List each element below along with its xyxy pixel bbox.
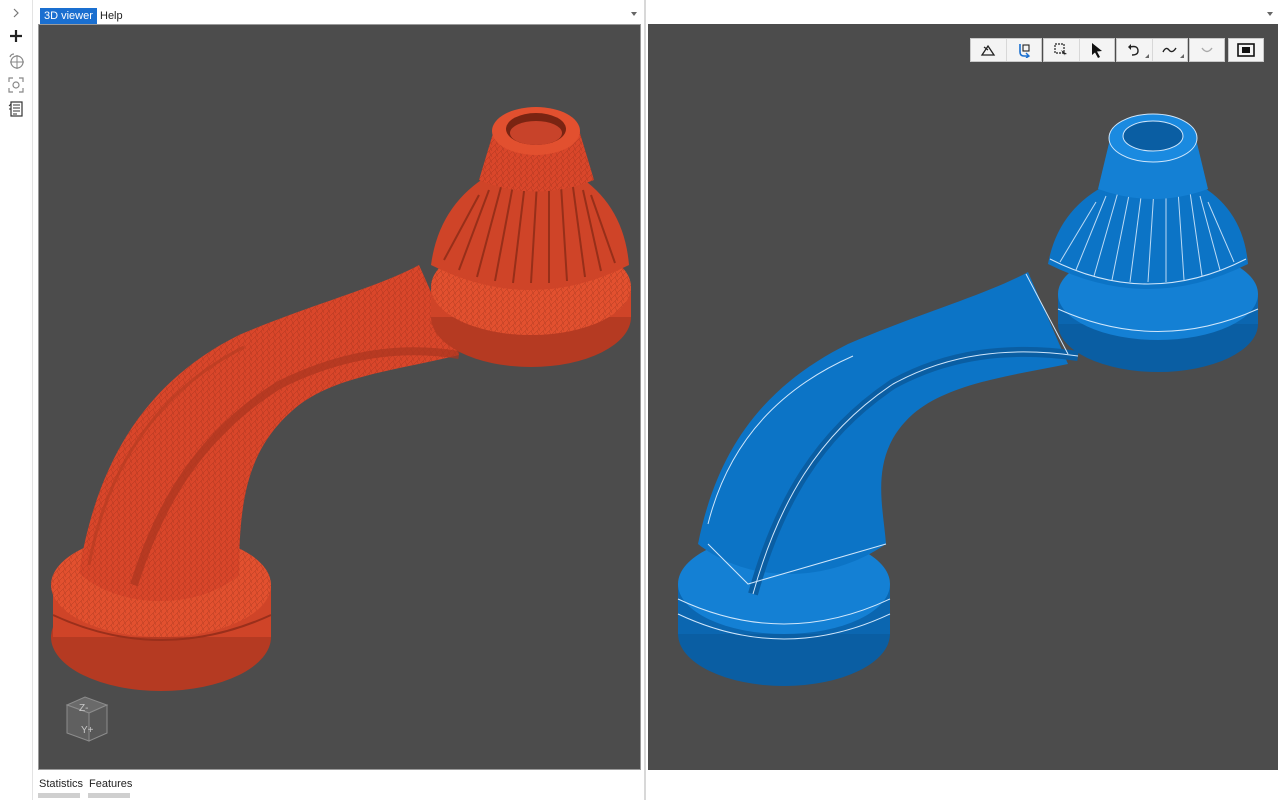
toolbar-group-smile [1189, 38, 1225, 62]
smile-icon[interactable] [1190, 39, 1224, 61]
chevron-down-icon[interactable] [1267, 12, 1273, 16]
cad-model [677, 113, 1259, 686]
select-region-icon[interactable] [1044, 39, 1079, 61]
mesh-rotate-icon[interactable] [1005, 39, 1042, 61]
add-icon[interactable] [5, 26, 27, 46]
normals-icon[interactable] [971, 39, 1006, 61]
viewport-right[interactable] [648, 24, 1278, 770]
toolbar-group-tools [1116, 38, 1188, 62]
tab-features[interactable]: Features [89, 778, 132, 790]
tab-help[interactable]: Help [96, 8, 127, 24]
toolbar-group-select [1043, 38, 1115, 62]
pane-splitter[interactable] [644, 0, 646, 800]
select-pointer-icon[interactable] [1078, 39, 1115, 61]
tab-3d-viewer[interactable]: 3D viewer [40, 8, 97, 24]
expand-chevron-icon[interactable] [5, 3, 27, 23]
toolbar-group-capture [1228, 38, 1264, 62]
chevron-down-icon[interactable] [631, 12, 637, 16]
features-tab-indicator [88, 793, 130, 798]
left-tool-strip [0, 0, 33, 800]
wave-icon[interactable] [1151, 39, 1188, 61]
viewport-left[interactable]: Z- Y+ [38, 24, 641, 770]
mesh-model [51, 107, 631, 691]
navigation-cube[interactable]: Z- Y+ [61, 693, 111, 745]
navcube-face-top: Z- [79, 703, 89, 714]
navcube-face-front: Y+ [81, 725, 94, 736]
statistics-tab-indicator [38, 793, 80, 798]
rotate-target-icon[interactable] [5, 51, 27, 71]
screenshot-icon[interactable] [1229, 39, 1263, 61]
undo-curve-icon[interactable] [1117, 39, 1152, 61]
tab-statistics[interactable]: Statistics [39, 778, 83, 790]
properties-list-icon[interactable] [5, 99, 27, 119]
toolbar-group-view [970, 38, 1042, 62]
zoom-fit-icon[interactable] [5, 75, 27, 95]
